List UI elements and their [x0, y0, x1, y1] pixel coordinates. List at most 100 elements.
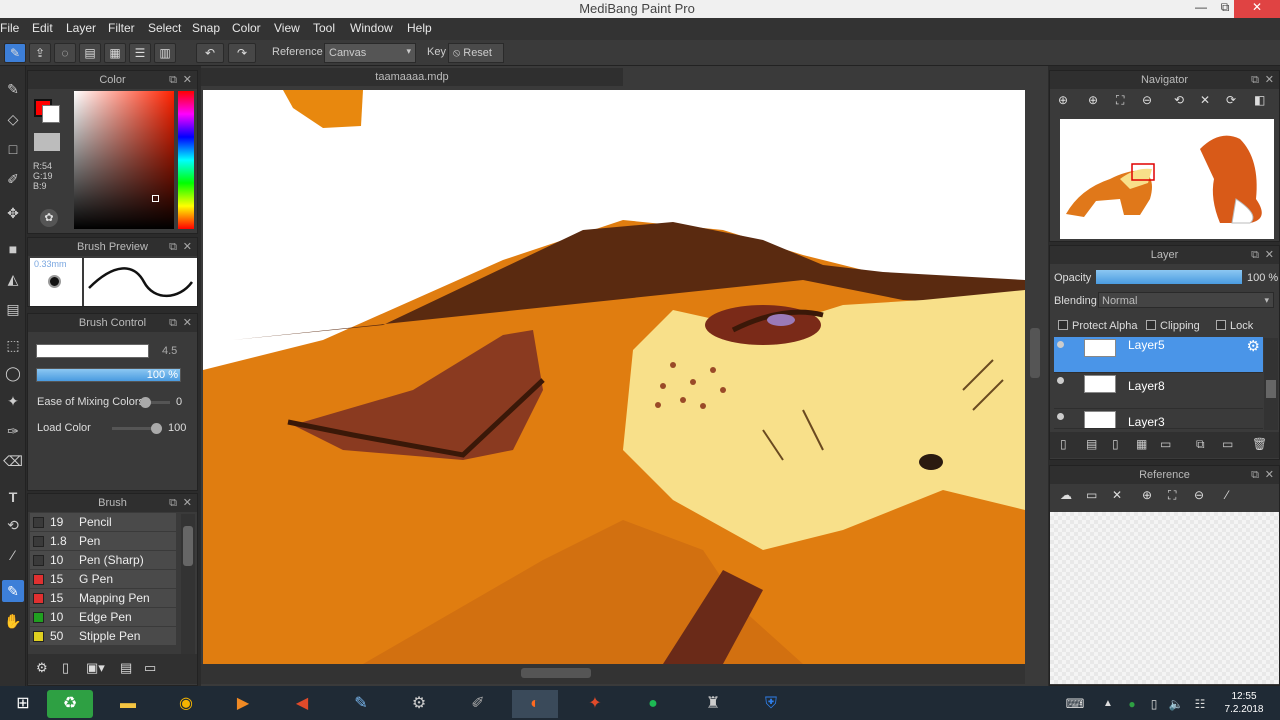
new-folder-icon[interactable]: ▭ [1160, 437, 1171, 451]
comment-icon[interactable]: ◌ [54, 43, 76, 63]
saturation-value-picker[interactable] [74, 91, 174, 229]
delete-layer-icon[interactable]: 🗑 [1252, 437, 1267, 451]
filezilla-icon[interactable]: ✦ [572, 690, 618, 718]
document-tab[interactable]: taamaaaa.mdp [201, 68, 623, 86]
duplicate-layer-icon[interactable]: ⧉ [1196, 437, 1205, 452]
popout-icon[interactable]: ⧉ [1251, 246, 1259, 264]
vertical-scroll-thumb[interactable] [1030, 328, 1040, 378]
brush-size-slider[interactable] [36, 344, 149, 358]
menu-window[interactable]: Window [350, 21, 393, 35]
mixing-slider[interactable] [140, 397, 170, 408]
menu-select[interactable]: Select [148, 21, 181, 35]
new-layer-icon[interactable]: ▯ [1060, 437, 1067, 451]
close-icon[interactable]: ✕ [1265, 71, 1274, 89]
operation-tool-icon[interactable]: ⟲ [2, 514, 24, 536]
transparent-color-swatch[interactable] [34, 133, 60, 151]
new-1bit-layer-icon[interactable]: ▯ [1112, 437, 1119, 451]
share-icon[interactable]: ⇪ [29, 43, 51, 63]
hand-tool-icon[interactable]: ✋ [2, 610, 24, 632]
layer-item[interactable]: Layer3 [1054, 409, 1263, 429]
brush-list-item[interactable]: 50 Stipple Pen [30, 627, 176, 646]
game-app-icon[interactable]: ♜ [690, 690, 736, 718]
layer-list-scrollbar[interactable] [1264, 338, 1278, 430]
brush-folder-icon[interactable]: ▭ [144, 660, 156, 676]
layer-settings-icon[interactable]: ⚙ [1247, 337, 1260, 355]
app-store-icon[interactable]: ♻ [47, 690, 93, 718]
eraser-tool-icon[interactable]: ◇ [2, 108, 24, 130]
eye-icon[interactable] [1057, 377, 1064, 384]
open-folder-icon[interactable]: ▭ [1086, 488, 1097, 502]
tablet-settings-icon[interactable]: ✎ [338, 690, 384, 718]
fit-icon[interactable]: ⛶ [1168, 488, 1176, 503]
undo-icon[interactable]: ↶ [196, 43, 224, 63]
security-shield-icon[interactable]: ⛨ [748, 690, 794, 718]
file-explorer-icon[interactable]: ▬ [105, 690, 151, 718]
popout-icon[interactable]: ⧉ [169, 71, 177, 89]
network-icon[interactable]: ☷ [1190, 690, 1210, 718]
media-player-icon[interactable]: ▶ [220, 690, 266, 718]
clock[interactable]: 12:55 7.2.2018 [1218, 690, 1270, 716]
add-brush-icon[interactable]: ▣▾ [86, 660, 105, 676]
cloud-icon[interactable]: ☁ [1060, 488, 1072, 502]
scroll-thumb[interactable] [1266, 380, 1276, 398]
page-icon[interactable]: ▦ [104, 43, 126, 63]
eyedropper-tool-icon[interactable]: ⁄ [2, 544, 24, 566]
chevron-up-icon[interactable]: ▲ [1098, 690, 1118, 718]
close-icon[interactable]: ✕ [183, 71, 192, 89]
grid-icon[interactable]: ▥ [154, 43, 176, 63]
zoom-out-icon[interactable]: ⊖ [1142, 93, 1152, 107]
menu-view[interactable]: View [274, 21, 300, 35]
brush-list-item[interactable]: 10 Edge Pen [30, 608, 176, 627]
volume-icon[interactable]: 🔈 [1166, 690, 1186, 718]
text-tool-icon[interactable]: T [2, 486, 24, 508]
menu-layer[interactable]: Layer [66, 21, 96, 35]
magic-wand-tool-icon[interactable]: ✦ [2, 390, 24, 412]
secondary-color-swatch[interactable] [42, 105, 60, 123]
select-eraser-tool-icon[interactable]: ⌫ [2, 450, 24, 472]
reference-select[interactable]: Canvas ▾ [324, 43, 416, 63]
new-halftone-layer-icon[interactable]: ▤ [1086, 437, 1097, 451]
layer-item[interactable]: Layer5 ⚙ [1054, 337, 1263, 373]
popout-icon[interactable]: ⧉ [1251, 466, 1259, 484]
keyboard-icon[interactable]: ⌨ [1060, 690, 1090, 718]
navigator-thumbnail[interactable] [1060, 119, 1274, 239]
palette-icon[interactable]: ✿ [40, 209, 58, 227]
popout-icon[interactable]: ⧉ [169, 314, 177, 332]
redo-icon[interactable]: ↷ [228, 43, 256, 63]
color-picker-cursor[interactable] [152, 195, 159, 202]
menu-filter[interactable]: Filter [108, 21, 135, 35]
new-8bit-layer-icon[interactable]: ▦ [1136, 437, 1147, 451]
blending-select[interactable]: Normal ▾ [1098, 292, 1274, 308]
zoom-in-icon[interactable]: ⊕ [1142, 488, 1152, 502]
horizontal-scroll-thumb[interactable] [521, 668, 591, 678]
new-brush-icon[interactable]: ▯ [62, 660, 69, 676]
popout-icon[interactable]: ⧉ [169, 238, 177, 256]
menu-edit[interactable]: Edit [32, 21, 53, 35]
close-icon[interactable]: ✕ [1265, 466, 1274, 484]
paint-app-icon[interactable]: ✐ [455, 690, 501, 718]
brush-tool-icon[interactable]: ✎ [2, 78, 24, 100]
fit-icon[interactable]: ⛶ [1116, 93, 1124, 108]
popout-icon[interactable]: ⧉ [169, 494, 177, 512]
flip-icon[interactable]: ◧ [1254, 93, 1265, 107]
clipping-checkbox[interactable]: Clipping [1146, 320, 1200, 332]
select-tool-icon[interactable]: ⬚ [2, 334, 24, 356]
close-icon[interactable]: ✕ [1265, 246, 1274, 264]
brush-list-item[interactable]: 15 Mapping Pen [30, 589, 176, 608]
spotify-icon[interactable]: ● [630, 690, 676, 718]
gradient-tool-icon[interactable]: ▤ [2, 298, 24, 320]
canvas-vertical-scrollbar[interactable] [1025, 88, 1045, 666]
rotate-left-icon[interactable]: ⟲ [1174, 93, 1184, 107]
merge-layer-icon[interactable]: ▭ [1222, 437, 1233, 451]
lock-checkbox[interactable]: Lock [1216, 320, 1253, 332]
audio-app-icon[interactable]: ◀ [279, 690, 325, 718]
menu-help[interactable]: Help [407, 21, 432, 35]
brush-list-item[interactable]: 15 G Pen [30, 570, 176, 589]
medibang-taskbar-icon[interactable]: ◐ [512, 690, 558, 718]
chrome-icon[interactable]: ◉ [163, 690, 209, 718]
close-icon[interactable]: ✕ [183, 238, 192, 256]
select-pen-tool-icon[interactable]: ✑ [2, 420, 24, 442]
zoom-in-icon[interactable]: ⊕ [1058, 93, 1068, 107]
hue-slider[interactable] [178, 91, 194, 229]
brush-properties-icon[interactable]: ▤ [120, 660, 132, 676]
